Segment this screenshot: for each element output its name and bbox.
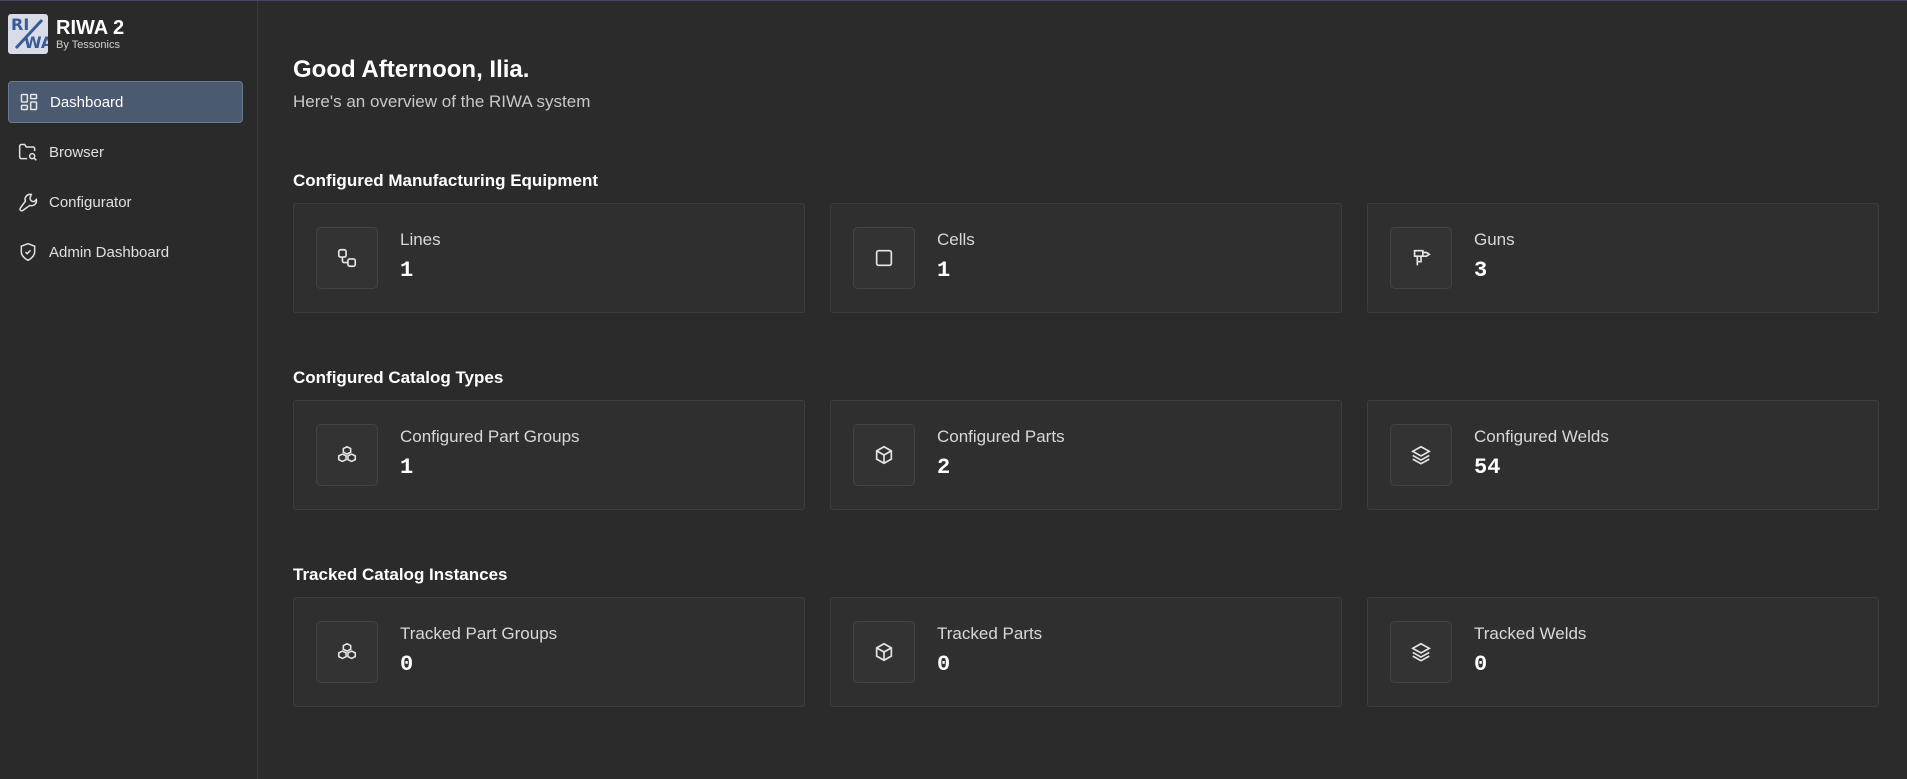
stat-card-guns[interactable]: Guns 3	[1367, 203, 1879, 313]
shield-check-icon	[20, 242, 36, 262]
logo-slash-icon	[14, 18, 44, 50]
stat-value: 1	[400, 455, 414, 480]
sidebar-item-configurator[interactable]: Configurator	[8, 181, 243, 223]
boxes-icon	[337, 642, 357, 660]
stat-value: 0	[400, 652, 414, 677]
stat-label: Configured Welds	[1474, 427, 1609, 446]
stat-card-tracked-part-groups[interactable]: Tracked Part Groups 0	[293, 597, 805, 707]
section-title-catalog-types: Configured Catalog Types	[293, 368, 504, 387]
stat-card-cells[interactable]: Cells 1	[830, 203, 1342, 313]
sidebar-item-browser[interactable]: Browser	[8, 131, 243, 173]
stat-label: Configured Part Groups	[400, 427, 580, 446]
boxes-icon	[337, 445, 357, 463]
section-title-catalog-instances: Tracked Catalog Instances	[293, 565, 508, 584]
stat-label: Tracked Welds	[1474, 624, 1587, 643]
stat-value: 3	[1474, 258, 1488, 283]
top-accent-line	[0, 0, 1907, 1]
sidebar: RI WA RIWA 2 By Tessonics Dashboard Brow…	[0, 1, 258, 779]
brand[interactable]: RI WA RIWA 2 By Tessonics	[8, 14, 124, 54]
stat-label: Lines	[400, 230, 441, 249]
section-title-equipment: Configured Manufacturing Equipment	[293, 171, 599, 190]
layers-icon	[1411, 642, 1431, 662]
stat-value: 1	[400, 258, 414, 283]
stat-label: Tracked Part Groups	[400, 624, 558, 643]
dashboard-icon	[20, 93, 38, 111]
weld-gun-icon	[1413, 249, 1431, 266]
wrench-icon	[19, 193, 38, 212]
page-title: Good Afternoon, Ilia.	[293, 56, 530, 83]
stat-label: Guns	[1474, 230, 1515, 249]
stat-card-lines[interactable]: Lines 1	[293, 203, 805, 313]
stat-value: 1	[937, 258, 951, 283]
square-icon	[875, 249, 893, 267]
sidebar-item-label: Browser	[49, 143, 105, 161]
folder-search-icon	[18, 143, 37, 161]
stat-card-tracked-parts[interactable]: Tracked Parts 0	[830, 597, 1342, 707]
sidebar-item-label: Admin Dashboard	[49, 243, 170, 261]
workflow-icon	[337, 248, 357, 268]
stat-label: Tracked Parts	[937, 624, 1043, 643]
stat-value: 0	[937, 652, 951, 677]
stat-card-tracked-welds[interactable]: Tracked Welds 0	[1367, 597, 1879, 707]
stat-card-configured-part-groups[interactable]: Configured Part Groups 1	[293, 400, 805, 510]
stat-value: 54	[1474, 455, 1501, 480]
riwa-logo: RI WA	[8, 14, 48, 54]
stat-card-configured-welds[interactable]: Configured Welds 54	[1367, 400, 1879, 510]
stat-label: Cells	[937, 230, 975, 249]
sidebar-item-label: Dashboard	[50, 93, 124, 111]
app-subtitle: By Tessonics	[56, 39, 120, 51]
layers-icon	[1411, 445, 1431, 465]
sidebar-nav: Dashboard Browser Configurator Admin Das…	[8, 81, 243, 281]
stat-card-configured-parts[interactable]: Configured Parts 2	[830, 400, 1342, 510]
app-title: RIWA 2	[56, 17, 125, 39]
stat-value: 0	[1474, 652, 1488, 677]
box-icon	[875, 445, 893, 465]
stat-value: 2	[937, 455, 951, 480]
box-icon	[875, 642, 893, 662]
sidebar-item-admin-dashboard[interactable]: Admin Dashboard	[8, 231, 243, 273]
sidebar-item-dashboard[interactable]: Dashboard	[8, 81, 243, 123]
page-subtitle: Here's an overview of the RIWA system	[293, 92, 591, 111]
stat-label: Configured Parts	[937, 427, 1065, 446]
sidebar-item-label: Configurator	[49, 193, 132, 211]
